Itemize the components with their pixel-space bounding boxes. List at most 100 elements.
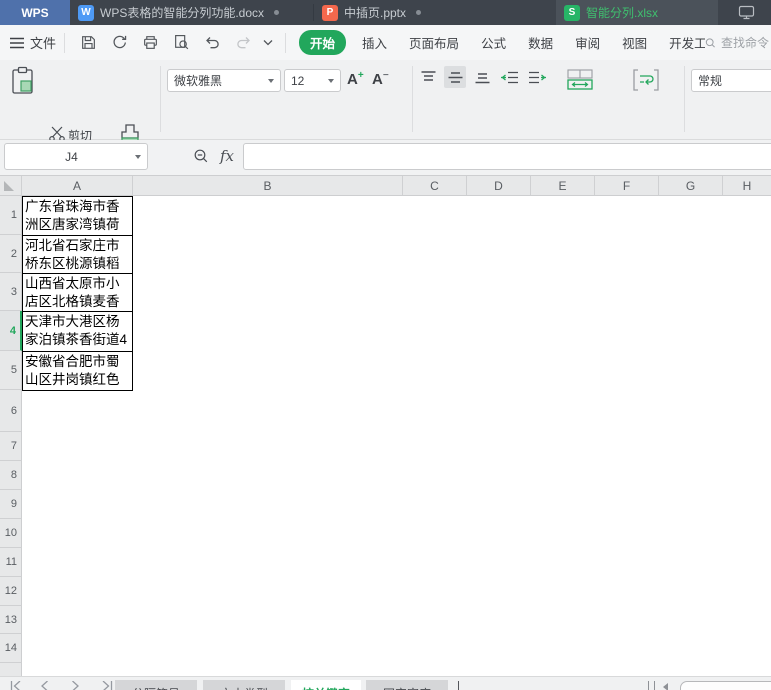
column-headers: ABCDEFGH [0, 176, 771, 196]
select-all-triangle-icon [4, 181, 14, 191]
dropdown-arrow-icon [135, 155, 141, 159]
row-header-5[interactable]: 5 [0, 351, 22, 390]
column-header-C[interactable]: C [403, 176, 467, 195]
cell-A3[interactable]: 山西省太原市小店区北格镇麦香街道 [22, 273, 133, 312]
zoom-magnifier-icon[interactable] [193, 148, 210, 165]
menu-tab-公式[interactable]: 公式 [475, 30, 512, 55]
menubar: 文件 开始插入页面布局公式数据审阅视图开发工具会员专享智能工具箱 查找命令 [0, 25, 771, 60]
column-header-D[interactable]: D [467, 176, 531, 195]
row-header-9[interactable]: 9 [0, 490, 22, 519]
number-format-select[interactable]: 常规 [691, 69, 771, 92]
increase-font-button[interactable]: A+ [347, 70, 364, 88]
font-size-value: 12 [291, 74, 325, 88]
menu-tab-审阅[interactable]: 审阅 [569, 30, 606, 55]
row-header-11[interactable]: 11 [0, 548, 22, 577]
separator [285, 33, 286, 53]
cell-A4[interactable]: 天津市大港区杨家泊镇茶香街道421 [22, 311, 133, 352]
save-icon[interactable] [80, 34, 97, 51]
menu-tab-strip: 开始插入页面布局公式数据审阅视图开发工具会员专享智能工具箱 [294, 30, 771, 55]
doc-tab-presentation[interactable]: P 中插页.pptx [314, 0, 556, 25]
row-header-8[interactable]: 8 [0, 461, 22, 490]
sheet-tab-分隔符号[interactable]: 分隔符号 [115, 680, 197, 690]
last-sheet-icon[interactable] [100, 681, 113, 690]
first-sheet-icon[interactable] [10, 681, 23, 690]
paste-icon[interactable] [10, 66, 36, 96]
horizontal-scrollbar-thumb[interactable] [680, 681, 771, 690]
row-header-7[interactable]: 7 [0, 432, 22, 461]
align-middle-selected[interactable] [444, 66, 466, 88]
separator [64, 33, 65, 53]
name-box[interactable]: J4 [4, 143, 148, 170]
row-header-6[interactable]: 6 [0, 390, 22, 432]
align-bottom-icon[interactable] [474, 70, 491, 85]
decrease-indent-icon[interactable] [500, 70, 519, 85]
doc-tab-spreadsheet-active[interactable]: S 智能分列.xlsx [556, 0, 718, 25]
next-sheet-icon[interactable] [70, 681, 80, 690]
menu-tab-数据[interactable]: 数据 [522, 30, 559, 55]
scrollbar-splitter[interactable] [648, 681, 655, 690]
increase-indent-icon[interactable] [528, 70, 547, 85]
column-header-G[interactable]: G [659, 176, 723, 195]
menu-tab-插入[interactable]: 插入 [356, 30, 393, 55]
print-preview-icon[interactable] [173, 34, 190, 51]
column-header-F[interactable]: F [595, 176, 659, 195]
cell-A5[interactable]: 安徽省合肥市蜀山区井岗镇红色街道 [22, 351, 133, 391]
align-top-icon[interactable] [420, 70, 437, 85]
font-name-select[interactable]: 微软雅黑 [167, 69, 281, 92]
sheet-tab-固定宽度[interactable]: 固定宽度 [366, 680, 448, 690]
wrap-text-icon[interactable] [632, 68, 660, 92]
doc-tab-label: 智能分列.xlsx [586, 4, 658, 21]
row-header-2[interactable]: 2 [0, 235, 22, 273]
row-header-partial[interactable] [0, 663, 22, 676]
formula-input[interactable] [243, 143, 771, 170]
formula-bar: J4 fx [0, 140, 771, 176]
undo-icon[interactable] [204, 35, 221, 50]
column-header-E[interactable]: E [531, 176, 595, 195]
row-header-12[interactable]: 12 [0, 577, 22, 606]
spreadsheet-grid[interactable]: ABCDEFGH 1234567891011121314 广东省珠海市香洲区唐家… [0, 176, 771, 676]
scroll-left-icon[interactable] [663, 683, 668, 690]
customize-quick-access-icon[interactable] [263, 39, 273, 46]
doc-tab-label: WPS表格的智能分列功能.docx [100, 4, 264, 21]
separator [412, 66, 413, 132]
merge-center-icon[interactable] [566, 68, 594, 92]
command-search[interactable]: 查找命令 [705, 25, 771, 60]
dropdown-arrow-icon [328, 79, 334, 83]
writer-doc-icon: W [78, 5, 94, 21]
file-menu-button[interactable]: 文件 [30, 33, 56, 52]
number-format-value: 常规 [698, 72, 771, 89]
hamburger-menu-icon[interactable] [10, 37, 24, 49]
sheet-tab-按关键字[interactable]: 按关键字 [291, 680, 361, 690]
cell-A1[interactable]: 广东省珠海市香洲区唐家湾镇荷香社 [22, 196, 133, 236]
wps-home-button[interactable]: WPS [0, 0, 70, 25]
menu-tab-页面布局[interactable]: 页面布局 [403, 30, 465, 55]
font-size-select[interactable]: 12 [284, 69, 341, 92]
decrease-font-button[interactable]: A− [372, 70, 389, 88]
export-pdf-icon[interactable] [111, 34, 128, 51]
row-header-1[interactable]: 1 [0, 196, 22, 235]
column-header-A[interactable]: A [22, 176, 133, 195]
row-header-10[interactable]: 10 [0, 519, 22, 548]
menu-tab-视图[interactable]: 视图 [616, 30, 653, 55]
name-box-value: J4 [11, 150, 132, 164]
monitor-icon[interactable] [738, 4, 755, 21]
prev-sheet-icon[interactable] [40, 681, 50, 690]
row-header-14[interactable]: 14 [0, 634, 22, 663]
titlebar: WPS W WPS表格的智能分列功能.docx P 中插页.pptx S 智能分… [0, 0, 771, 25]
column-header-H[interactable]: H [723, 176, 771, 195]
cell-A2[interactable]: 河北省石家庄市桥东区桃源镇稻香街 [22, 235, 133, 274]
select-all-corner[interactable] [0, 176, 22, 195]
presentation-doc-icon: P [322, 5, 338, 21]
print-icon[interactable] [142, 34, 159, 51]
separator [684, 66, 685, 132]
column-header-B[interactable]: B [133, 176, 403, 195]
row-header-4[interactable]: 4 [0, 311, 22, 351]
row-header-13[interactable]: 13 [0, 606, 22, 634]
doc-tab-writer[interactable]: W WPS表格的智能分列功能.docx [70, 0, 313, 25]
insert-function-fx-icon[interactable]: fx [220, 147, 234, 165]
redo-icon[interactable] [235, 35, 252, 50]
menu-tab-开始[interactable]: 开始 [299, 30, 346, 55]
sheet-tab-文本类型[interactable]: 文本类型 [203, 680, 285, 690]
row-header-3[interactable]: 3 [0, 273, 22, 311]
font-name-value: 微软雅黑 [174, 72, 265, 89]
